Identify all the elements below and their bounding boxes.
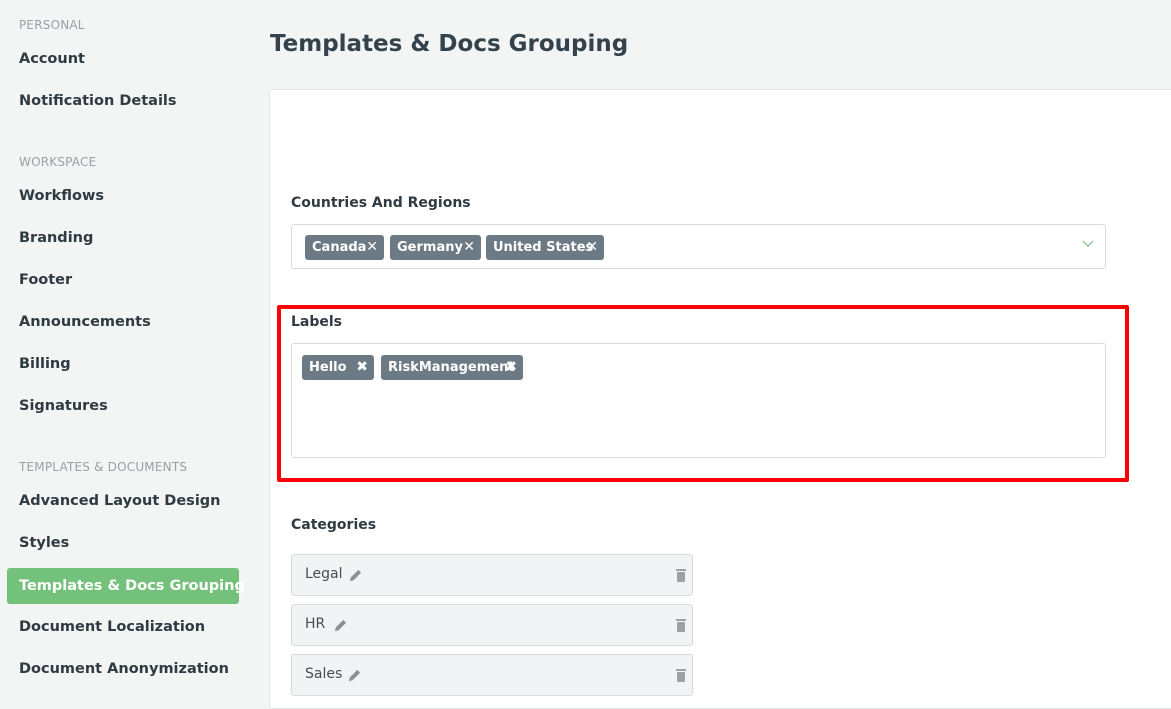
sidebar-item-branding[interactable]: Branding bbox=[19, 230, 93, 246]
close-icon[interactable]: ✕ bbox=[366, 235, 378, 260]
country-tag-label: Canada bbox=[312, 240, 367, 255]
section-title-personal: PERSONAL bbox=[19, 18, 85, 32]
labels-label: Labels bbox=[291, 314, 343, 330]
label-tag: RiskManagement ✖ bbox=[381, 355, 523, 380]
sidebar: PERSONAL Account Notification Details WO… bbox=[0, 0, 250, 702]
sidebar-item-document-anonymization[interactable]: Document Anonymization bbox=[19, 661, 229, 677]
sidebar-item-announcements[interactable]: Announcements bbox=[19, 314, 151, 330]
pencil-icon[interactable] bbox=[333, 618, 348, 633]
labels-input[interactable]: Hello ✖ RiskManagement ✖ bbox=[291, 343, 1106, 458]
sidebar-item-signatures[interactable]: Signatures bbox=[19, 398, 108, 414]
sidebar-item-footer[interactable]: Footer bbox=[19, 272, 72, 288]
category-row: HR bbox=[291, 604, 693, 646]
countries-select[interactable]: Canada ✕ Germany ✕ United States ✕ bbox=[291, 224, 1106, 269]
country-tag: United States ✕ bbox=[486, 235, 604, 260]
sidebar-item-account[interactable]: Account bbox=[19, 51, 85, 67]
sidebar-item-advanced-layout-design[interactable]: Advanced Layout Design bbox=[19, 493, 221, 509]
pencil-icon[interactable] bbox=[347, 668, 362, 683]
sidebar-item-workflows[interactable]: Workflows bbox=[19, 188, 104, 204]
sidebar-item-templates-docs-grouping[interactable]: Templates & Docs Grouping bbox=[7, 568, 245, 604]
country-tag: Canada ✕ bbox=[305, 235, 384, 260]
close-icon[interactable]: ✖ bbox=[505, 355, 517, 380]
label-tag-label: RiskManagement bbox=[388, 360, 515, 375]
trash-icon[interactable] bbox=[675, 618, 687, 632]
close-icon[interactable]: ✕ bbox=[586, 235, 598, 260]
category-row: Legal bbox=[291, 554, 693, 596]
category-name: Sales bbox=[305, 666, 343, 682]
chevron-down-icon[interactable] bbox=[1081, 237, 1095, 251]
label-tag-label: Hello bbox=[309, 360, 347, 375]
country-tag-label: Germany bbox=[397, 240, 463, 255]
categories-label: Categories bbox=[291, 517, 377, 533]
page-title: Templates & Docs Grouping bbox=[270, 31, 629, 57]
sidebar-item-billing[interactable]: Billing bbox=[19, 356, 71, 372]
category-name: Legal bbox=[305, 566, 343, 582]
sidebar-item-notification-details[interactable]: Notification Details bbox=[19, 93, 177, 109]
category-row: Sales bbox=[291, 654, 693, 696]
trash-icon[interactable] bbox=[675, 568, 687, 582]
section-title-workspace: WORKSPACE bbox=[19, 155, 97, 169]
country-tag: Germany ✕ bbox=[390, 235, 481, 260]
label-tag: Hello ✖ bbox=[302, 355, 374, 380]
sidebar-item-document-localization[interactable]: Document Localization bbox=[19, 619, 205, 635]
category-name: HR bbox=[305, 616, 326, 632]
countries-label: Countries And Regions bbox=[291, 195, 471, 211]
close-icon[interactable]: ✕ bbox=[463, 235, 475, 260]
trash-icon[interactable] bbox=[675, 668, 687, 682]
country-tag-label: United States bbox=[493, 240, 594, 255]
sidebar-item-styles[interactable]: Styles bbox=[19, 535, 69, 551]
close-icon[interactable]: ✖ bbox=[356, 355, 368, 380]
section-title-templates-documents: TEMPLATES & DOCUMENTS bbox=[19, 460, 188, 474]
pencil-icon[interactable] bbox=[348, 568, 363, 583]
